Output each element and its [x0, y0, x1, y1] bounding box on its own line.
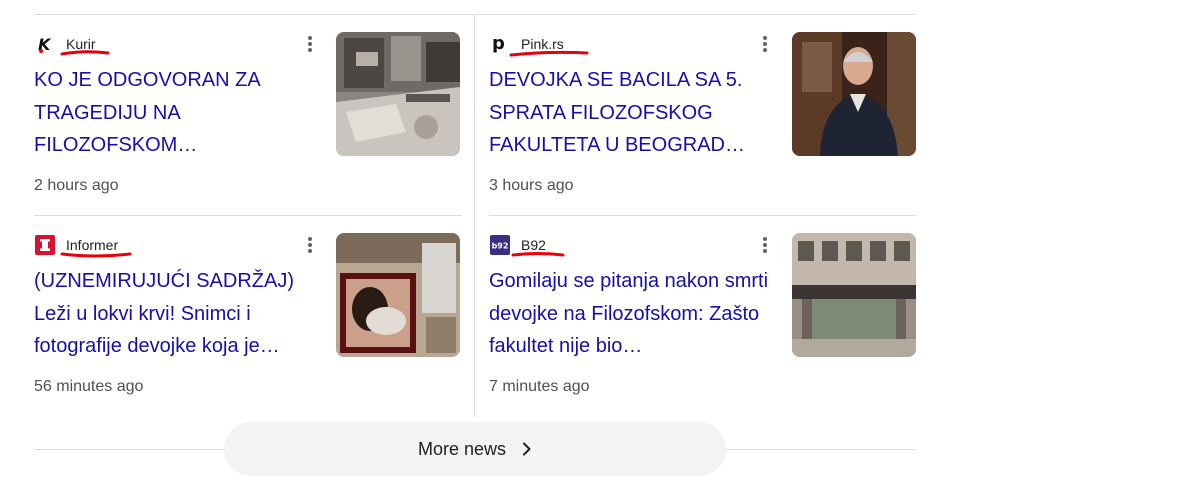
news-source: p Pink.rs [489, 32, 589, 57]
news-headline[interactable]: Gomilaju se pitanja nakon smrti devojke … [489, 265, 781, 363]
more-news-label: More news [417, 438, 507, 459]
red-underline-annotation [60, 50, 110, 56]
news-timestamp: 7 minutes ago [489, 378, 590, 395]
news-thumbnail[interactable] [792, 32, 916, 156]
more-news-divider-right [726, 449, 916, 450]
red-underline-annotation [511, 252, 565, 257]
news-timestamp: 3 hours ago [489, 177, 574, 194]
news-timestamp: 2 hours ago [34, 177, 119, 194]
more-news-divider-left [34, 449, 224, 450]
kurir-logo-icon: K [34, 33, 56, 55]
news-headline[interactable]: (UZNEMIRUJUĆI SADRŽAJ) Leži u lokvi krvi… [34, 265, 326, 363]
column-divider [474, 15, 475, 417]
news-thumbnail[interactable] [336, 233, 460, 357]
more-options-icon[interactable] [755, 34, 775, 54]
more-options-icon[interactable] [755, 235, 775, 255]
chevron-right-icon [522, 442, 532, 456]
news-card-pink[interactable]: p Pink.rs DEVOJKA SE BACILA SA 5. SPRATA… [489, 32, 917, 222]
news-thumbnail[interactable] [336, 32, 460, 156]
news-source: K Kurir [34, 32, 110, 56]
news-headline[interactable]: KO JE ODGOVORAN ZA TRAGEDIJU NA FILOZOFS… [34, 64, 326, 162]
news-card-informer[interactable]: Informer (UZNEMIRUJUĆI SADRŽAJ) Leži u l… [34, 233, 462, 423]
news-timestamp: 56 minutes ago [34, 378, 144, 395]
svg-text:p: p [492, 34, 505, 54]
pink-logo-icon: p [489, 33, 511, 55]
informer-logo-icon [34, 234, 56, 256]
more-options-icon[interactable] [300, 34, 320, 54]
more-news-button[interactable]: More news [224, 422, 726, 476]
news-card-kurir[interactable]: K Kurir KO JE ODGOVORAN ZA TRAGEDIJU NA … [34, 32, 462, 222]
b92-logo-text: b92 [492, 242, 509, 251]
news-source: Informer [34, 233, 132, 258]
b92-logo-icon: b92 [489, 234, 511, 256]
news-headline[interactable]: DEVOJKA SE BACILA SA 5. SPRATA FILOZOFSK… [489, 64, 781, 162]
news-source: b92 B92 [489, 233, 565, 257]
top-divider [34, 14, 916, 15]
red-underline-annotation [509, 50, 589, 57]
red-underline-annotation [60, 252, 132, 258]
news-card-b92[interactable]: b92 B92 Gomilaju se pitanja nakon smrti … [489, 233, 917, 423]
more-options-icon[interactable] [300, 235, 320, 255]
news-thumbnail[interactable] [792, 233, 916, 357]
